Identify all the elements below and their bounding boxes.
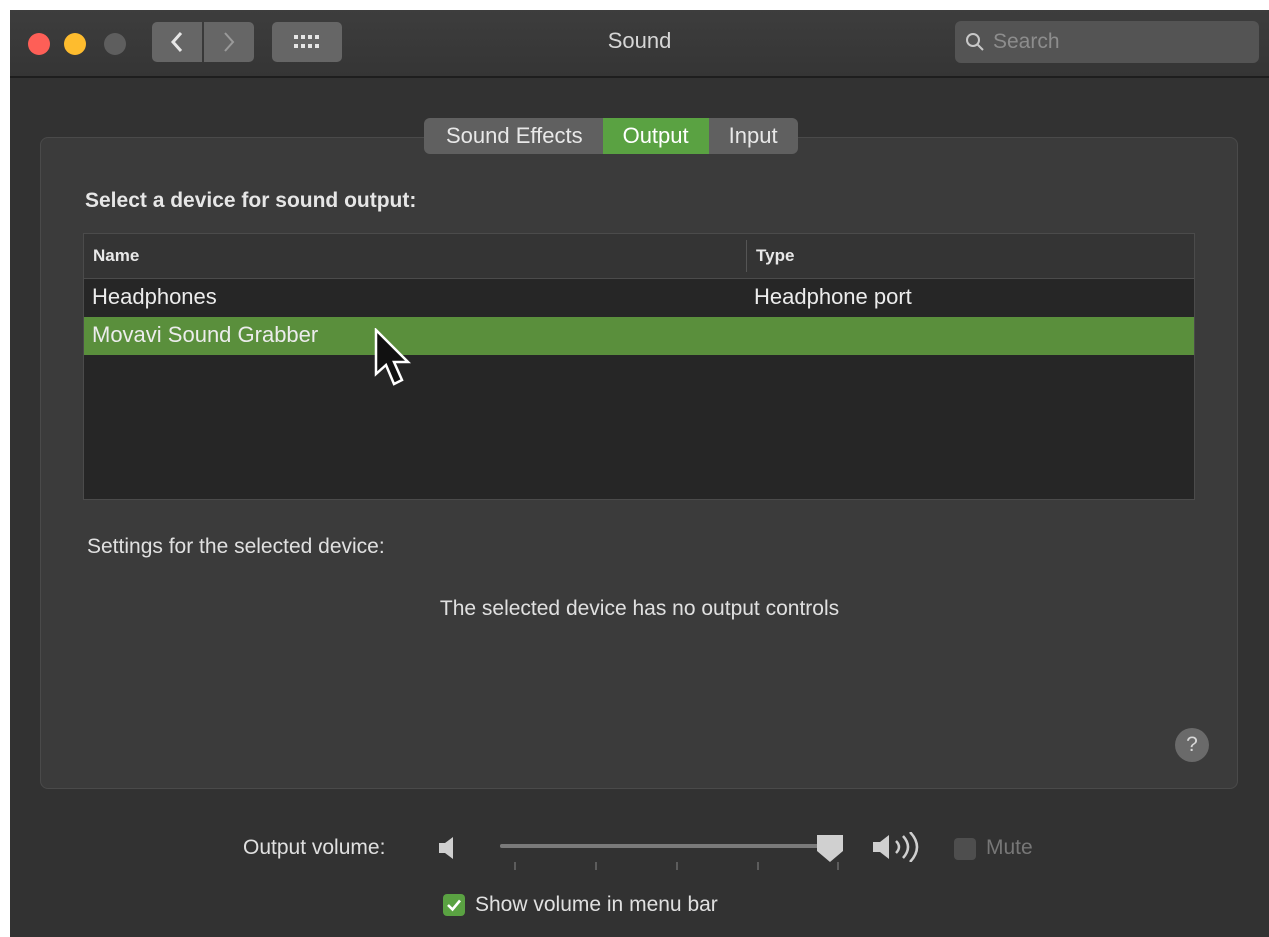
tab-input[interactable]: Input <box>709 118 798 154</box>
slider-tick <box>595 862 597 870</box>
tab-output[interactable]: Output <box>602 118 709 154</box>
tab-bar: Sound Effects Output Input <box>424 118 798 154</box>
volume-slider-thumb[interactable] <box>815 833 845 863</box>
speaker-high-icon <box>873 832 919 862</box>
column-header-type[interactable]: Type <box>756 246 794 266</box>
settings-label: Settings for the selected device: <box>87 535 385 558</box>
table-header: Name Type <box>84 234 1194 279</box>
search-field[interactable] <box>955 21 1259 63</box>
slider-tick <box>676 862 678 870</box>
mute-label: Mute <box>986 836 1033 859</box>
output-volume-label: Output volume: <box>243 836 386 859</box>
sound-preferences-window: Sound Sound Effects Output Input Select … <box>10 10 1269 937</box>
table-row-selected[interactable]: Movavi Sound Grabber <box>84 317 1194 355</box>
device-name: Movavi Sound Grabber <box>92 322 319 347</box>
device-table: Name Type Headphones Headphone port Mova… <box>83 233 1195 500</box>
no-controls-message: The selected device has no output contro… <box>439 597 840 620</box>
table-row[interactable]: Headphones Headphone port <box>84 279 1194 317</box>
slider-tick <box>837 862 839 870</box>
volume-slider-fill <box>500 844 830 848</box>
show-volume-label: Show volume in menu bar <box>475 893 718 916</box>
show-volume-checkbox[interactable] <box>443 894 465 916</box>
column-divider <box>746 240 747 272</box>
speaker-low-icon <box>439 837 453 859</box>
checkmark-icon <box>447 899 461 912</box>
mute-checkbox[interactable] <box>954 838 976 860</box>
device-name: Headphones <box>92 284 217 309</box>
section-title: Select a device for sound output: <box>85 189 417 212</box>
mouse-pointer-icon <box>374 328 412 386</box>
column-header-name[interactable]: Name <box>93 246 139 266</box>
slider-tick <box>514 862 516 870</box>
device-type: Headphone port <box>754 284 912 309</box>
slider-tick <box>757 862 759 870</box>
search-input[interactable] <box>991 29 1245 55</box>
volume-slider[interactable] <box>500 844 830 848</box>
help-button[interactable]: ? <box>1175 728 1209 762</box>
search-icon <box>966 33 984 51</box>
tab-sound-effects[interactable]: Sound Effects <box>424 118 603 154</box>
title-bar: Sound <box>10 10 1269 78</box>
